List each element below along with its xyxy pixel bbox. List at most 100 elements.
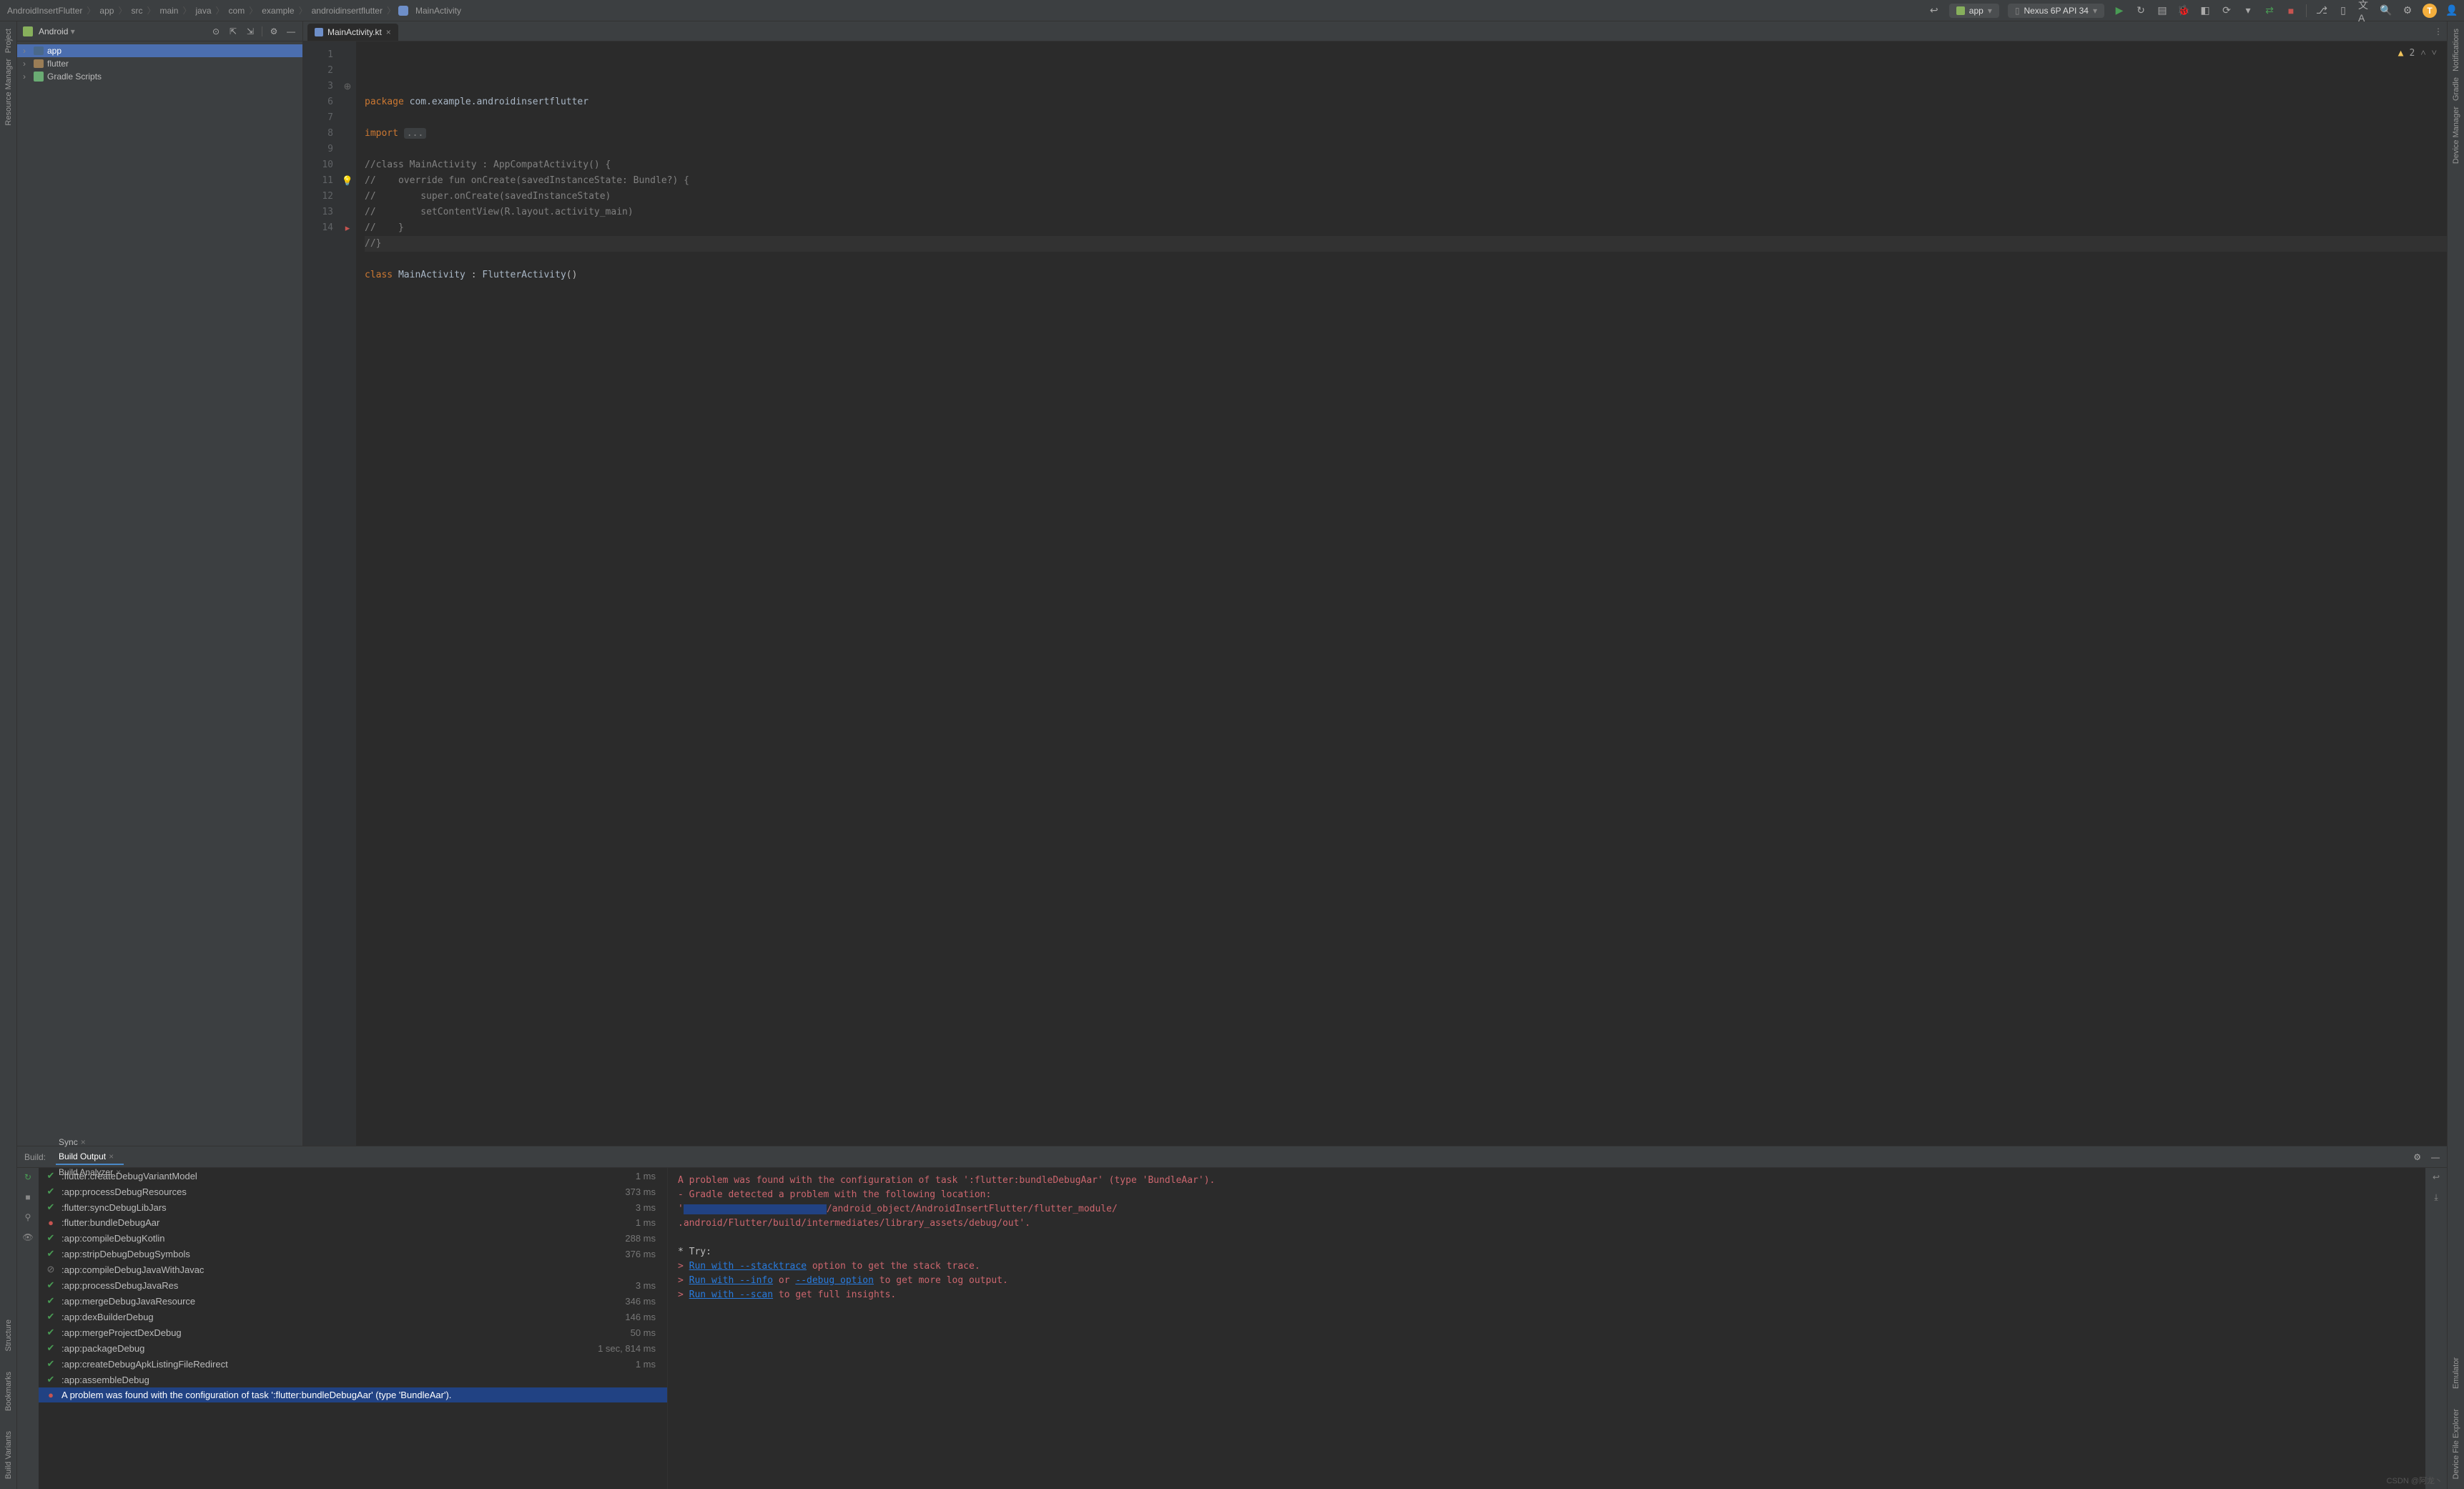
build-task-row[interactable]: ✔:app:packageDebug1 sec, 814 ms	[39, 1340, 667, 1356]
breadcrumb-item[interactable]: AndroidInsertFlutter	[6, 6, 84, 16]
sync-icon[interactable]: ⇄	[2263, 4, 2276, 17]
tool-window-stripe-emulator[interactable]: Emulator	[2452, 1355, 2460, 1392]
code-line[interactable]: // setContentView(R.layout.activity_main…	[365, 205, 2447, 220]
breadcrumb-item[interactable]: java	[194, 6, 213, 16]
project-view-selector[interactable]: Android ▾	[39, 26, 204, 36]
build-task-row[interactable]: ✔:app:stripDebugDebugSymbols376 ms	[39, 1246, 667, 1262]
code-line[interactable]	[365, 142, 2447, 157]
breadcrumb-item[interactable]: app	[98, 6, 115, 16]
build-task-row[interactable]: ✔:app:mergeProjectDexDebug50 ms	[39, 1325, 667, 1340]
breadcrumb-item[interactable]: androidinsertflutter	[310, 6, 384, 16]
settings-icon[interactable]: ⚙	[2401, 4, 2414, 17]
back-icon[interactable]: ↩	[1928, 4, 1941, 17]
build-filter-icon[interactable]: ⚲	[22, 1212, 34, 1224]
build-stop-icon[interactable]: ■	[22, 1192, 34, 1204]
build-task-row[interactable]: ⊘:app:compileDebugJavaWithJavac	[39, 1262, 667, 1277]
code-line[interactable]: import ...	[365, 126, 2447, 142]
debug-link[interactable]: --debug option	[795, 1275, 874, 1286]
tool-window-stripe-device-file-explorer[interactable]: Device File Explorer	[2452, 1406, 2460, 1482]
tree-node[interactable]: ›app	[17, 44, 302, 57]
device-selector[interactable]: ▯Nexus 6P API 34▾	[2008, 4, 2104, 18]
tool-window-stripe-notifications[interactable]: Notifications	[2452, 26, 2460, 74]
breadcrumb-item[interactable]: com	[227, 6, 247, 16]
tool-window-stripe-gradle[interactable]: Gradle	[2452, 74, 2460, 104]
build-hide-icon[interactable]: —	[2431, 1152, 2440, 1162]
build-task-row[interactable]: ●A problem was found with the configurat…	[39, 1387, 667, 1402]
build-task-row[interactable]: ✔:app:processDebugJavaRes3 ms	[39, 1277, 667, 1293]
run-icon[interactable]: ▶	[2113, 4, 2126, 17]
profile-icon[interactable]: ◧	[2199, 4, 2212, 17]
build-console[interactable]: A problem was found with the configurati…	[668, 1168, 2425, 1489]
user-icon[interactable]: 👤	[2445, 4, 2458, 17]
rerun-icon[interactable]: ↻	[2134, 4, 2147, 17]
build-task-tree[interactable]: ✔:flutter:createDebugVariantModel1 ms✔:a…	[39, 1168, 668, 1489]
inspection-widget[interactable]: ▲ 2 ˄ ˅	[2398, 46, 2437, 62]
tree-node[interactable]: ›flutter	[17, 57, 302, 70]
tool-window-stripe-build-variants[interactable]: Build Variants	[4, 1428, 13, 1482]
build-task-row[interactable]: ✔:app:dexBuilderDebug146 ms	[39, 1309, 667, 1325]
code-line[interactable]	[365, 252, 2447, 267]
scan-link[interactable]: Run with --scan	[689, 1289, 773, 1300]
prev-highlight-icon[interactable]: ˄	[2420, 46, 2425, 62]
build-task-row[interactable]: ✔:app:compileDebugKotlin288 ms	[39, 1230, 667, 1246]
close-icon[interactable]: ×	[386, 27, 391, 37]
code-line[interactable]: //}	[365, 236, 2447, 252]
next-highlight-icon[interactable]: ˅	[2432, 46, 2437, 62]
scroll-end-icon[interactable]: ⤓	[2430, 1192, 2442, 1204]
code-line[interactable]: package com.example.androidinsertflutter	[365, 94, 2447, 110]
code-line[interactable]: // }	[365, 220, 2447, 236]
tab-more-icon[interactable]: ⋮	[2430, 22, 2447, 41]
build-settings-icon[interactable]: ⚙	[2413, 1152, 2421, 1162]
project-tree[interactable]: ›app›flutter›Gradle Scripts	[17, 41, 302, 86]
build-task-row[interactable]: ●:flutter:bundleDebugAar1 ms	[39, 1215, 667, 1230]
breadcrumb-item[interactable]: MainActivity	[414, 6, 463, 16]
run-config-selector[interactable]: app▾	[1949, 4, 1999, 18]
build-task-row[interactable]: ✔:app:assembleDebug	[39, 1372, 667, 1387]
tool-window-stripe-device-manager[interactable]: Device Manager	[2452, 104, 2460, 167]
build-task-row[interactable]: ✔:flutter:createDebugVariantModel1 ms	[39, 1168, 667, 1184]
build-task-row[interactable]: ✔:app:createDebugApkListingFileRedirect1…	[39, 1356, 667, 1372]
tool-window-stripe-project[interactable]: Project	[4, 26, 13, 56]
close-icon[interactable]: ×	[109, 1151, 114, 1161]
tool-window-stripe-resource-manager[interactable]: Resource Manager	[4, 56, 13, 129]
code-line[interactable]: // override fun onCreate(savedInstanceSt…	[365, 173, 2447, 189]
code-line[interactable]: class MainActivity : FlutterActivity()	[365, 267, 2447, 283]
close-icon[interactable]: ×	[81, 1137, 86, 1147]
tool-window-stripe-structure[interactable]: Structure	[4, 1317, 13, 1355]
build-task-row[interactable]: ✔:app:processDebugResources373 ms	[39, 1184, 667, 1199]
code-line[interactable]: // super.onCreate(savedInstanceState)	[365, 189, 2447, 205]
select-opened-icon[interactable]: ⊙	[210, 26, 222, 37]
soft-wrap-icon[interactable]: ↩	[2430, 1172, 2442, 1184]
tool-window-stripe-bookmarks[interactable]: Bookmarks	[4, 1369, 13, 1414]
expand-icon[interactable]: ⇱	[227, 26, 239, 37]
locale-icon[interactable]: 文A	[2358, 4, 2371, 17]
search-icon[interactable]: 🔍	[2380, 4, 2392, 17]
code-line[interactable]: //class MainActivity : AppCompatActivity…	[365, 157, 2447, 173]
build-tab-sync[interactable]: Sync ×	[56, 1135, 124, 1149]
coverage-icon[interactable]: ▤	[2156, 4, 2169, 17]
hide-icon[interactable]: —	[285, 26, 297, 37]
collapse-icon[interactable]: ⇲	[245, 26, 256, 37]
build-restart-icon[interactable]: ↻	[22, 1172, 34, 1184]
avatar[interactable]: T	[2423, 4, 2437, 18]
breadcrumb-item[interactable]: example	[260, 6, 295, 16]
code-line[interactable]	[365, 110, 2447, 126]
build-task-row[interactable]: ✔:app:mergeDebugJavaResource346 ms	[39, 1293, 667, 1309]
build-task-row[interactable]: ✔:flutter:syncDebugLibJars3 ms	[39, 1199, 667, 1215]
device-icon[interactable]: ▯	[2337, 4, 2350, 17]
editor-tab[interactable]: MainActivity.kt ×	[307, 24, 398, 41]
code-area[interactable]: ▲ 2 ˄ ˅ package com.example.androidinser…	[356, 41, 2447, 1146]
attach-icon[interactable]: ⟳	[2220, 4, 2233, 17]
build-tab-build-output[interactable]: Build Output ×	[56, 1149, 124, 1165]
gear-icon[interactable]: ⚙	[268, 26, 280, 37]
git-icon[interactable]: ⎇	[2315, 4, 2328, 17]
stop-icon[interactable]: ■	[2285, 4, 2297, 17]
build-view-icon[interactable]: 👁	[22, 1232, 34, 1244]
stacktrace-link[interactable]: Run with --stacktrace	[689, 1261, 807, 1272]
more-icon[interactable]: ▾	[2242, 4, 2254, 17]
breadcrumb-item[interactable]: main	[158, 6, 179, 16]
info-link[interactable]: Run with --info	[689, 1275, 773, 1286]
debug-icon[interactable]: 🐞	[2177, 4, 2190, 17]
breadcrumb-item[interactable]: src	[129, 6, 144, 16]
tree-node[interactable]: ›Gradle Scripts	[17, 70, 302, 83]
